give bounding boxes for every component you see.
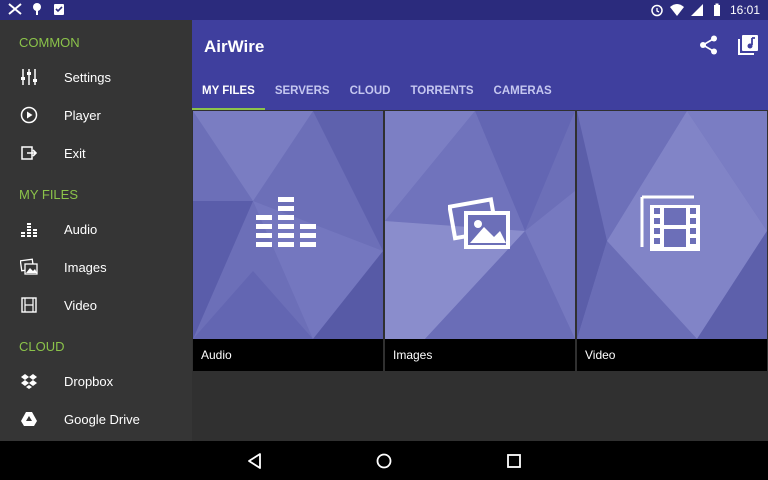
- drawer-item-label: Exit: [64, 145, 86, 161]
- drawer-item-video[interactable]: Video: [0, 286, 192, 324]
- drawer-item-label: Dropbox: [64, 373, 114, 389]
- drawer-item-images[interactable]: Images: [0, 248, 192, 286]
- google-drive-icon: [21, 412, 37, 426]
- play-circle-icon: [20, 106, 38, 124]
- settings-sliders-icon: [21, 69, 37, 85]
- library-music-icon[interactable]: [737, 34, 759, 56]
- status-time: 16:01: [729, 3, 760, 17]
- system-status-icons: 16:01: [650, 3, 760, 17]
- drawer-item-label: Settings: [64, 69, 111, 85]
- drawer-item-dropbox[interactable]: Dropbox: [0, 362, 192, 400]
- tab-cameras[interactable]: CAMERAS: [484, 76, 562, 110]
- tab-servers[interactable]: SERVERS: [265, 76, 340, 110]
- exit-icon: [21, 146, 38, 160]
- system-navigation-bar: [0, 441, 768, 480]
- drawer-item-label: Images: [64, 259, 107, 275]
- tile-artwork: [385, 111, 575, 339]
- app-title: AirWire: [204, 37, 265, 56]
- share-icon[interactable]: [698, 34, 720, 56]
- film-icon: [21, 297, 37, 313]
- tile-artwork: [577, 111, 767, 339]
- drawer-item-label: Video: [64, 297, 98, 313]
- clipboard-check-icon: [54, 4, 64, 15]
- equalizer-icon: [256, 197, 316, 247]
- app-bar: AirWire MY FILES SERVERS CLOUD TORRENTS …: [192, 20, 768, 110]
- tile-audio[interactable]: Audio: [193, 111, 383, 371]
- back-icon[interactable]: [245, 451, 265, 471]
- app-notification-icon: [8, 3, 22, 15]
- wifi-icon: [669, 4, 684, 16]
- drawer-item-player[interactable]: Player: [0, 96, 192, 134]
- alarm-icon: [651, 4, 663, 17]
- signal-icon: [690, 4, 703, 16]
- notification-icons: [8, 2, 66, 16]
- tile-images[interactable]: Images: [385, 111, 575, 371]
- drawer-item-google-drive[interactable]: Google Drive: [0, 400, 192, 438]
- home-icon[interactable]: [374, 451, 394, 471]
- images-icon: [448, 197, 510, 249]
- drawer-item-label: Google Drive: [64, 411, 140, 427]
- drawer-item-exit[interactable]: Exit: [0, 134, 192, 172]
- tile-label: Images: [385, 339, 575, 371]
- tab-my-files[interactable]: MY FILES: [192, 76, 265, 110]
- section-label-cloud: CLOUD: [19, 339, 65, 354]
- file-category-grid: Audio Images Video: [192, 110, 768, 441]
- film-icon: [640, 195, 700, 251]
- android-debug-icon: [33, 3, 41, 15]
- drawer-item-audio[interactable]: Audio: [0, 210, 192, 248]
- status-bar: 16:01: [0, 0, 768, 20]
- tile-label: Video: [577, 339, 767, 371]
- images-icon: [20, 258, 38, 275]
- section-label-common: COMMON: [19, 35, 80, 50]
- drawer-item-settings[interactable]: Settings: [0, 58, 192, 96]
- tile-video[interactable]: Video: [577, 111, 767, 371]
- recents-icon[interactable]: [504, 451, 524, 471]
- navigation-drawer: COMMON Settings Player Exit MY FILES Aud…: [0, 20, 192, 441]
- tab-cloud[interactable]: CLOUD: [340, 76, 401, 110]
- drawer-item-label: Audio: [64, 221, 98, 237]
- section-label-my-files: MY FILES: [19, 187, 79, 202]
- tile-label: Audio: [193, 339, 383, 371]
- tile-artwork: [193, 111, 383, 339]
- tab-torrents[interactable]: TORRENTS: [400, 76, 483, 110]
- battery-icon: [713, 3, 720, 16]
- equalizer-icon: [21, 223, 37, 237]
- dropbox-icon: [21, 374, 37, 389]
- tab-bar: MY FILES SERVERS CLOUD TORRENTS CAMERAS: [192, 76, 562, 110]
- drawer-item-label: Player: [64, 107, 101, 123]
